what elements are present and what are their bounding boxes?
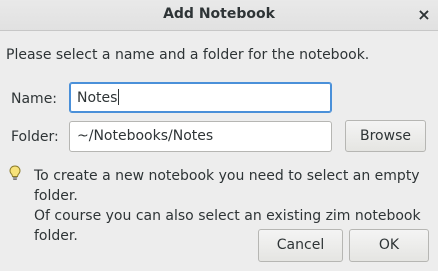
name-input-value: Notes	[77, 90, 118, 106]
close-icon: ×	[417, 5, 431, 24]
browse-button[interactable]: Browse	[345, 120, 426, 152]
ok-button-label: OK	[378, 237, 400, 253]
add-notebook-dialog: Add Notebook × Please select a name and …	[0, 0, 438, 271]
hint-line-1: To create a new notebook you need to sel…	[34, 168, 420, 204]
folder-label: Folder:	[11, 129, 59, 145]
close-button[interactable]: ×	[412, 3, 436, 27]
lightbulb-icon	[9, 165, 21, 180]
ok-button[interactable]: OK	[349, 229, 429, 262]
dialog-title: Add Notebook	[163, 6, 275, 22]
cancel-button-label: Cancel	[276, 237, 325, 253]
folder-input-value: ~/Notebooks/Notes	[77, 128, 214, 144]
text-cursor	[118, 89, 120, 105]
folder-input[interactable]: ~/Notebooks/Notes	[69, 121, 332, 152]
name-label: Name:	[11, 91, 58, 107]
intro-text: Please select a name and a folder for th…	[6, 47, 370, 63]
cancel-button[interactable]: Cancel	[258, 229, 343, 262]
browse-button-label: Browse	[360, 128, 411, 144]
name-input[interactable]: Notes	[69, 82, 332, 113]
title-bar[interactable]: Add Notebook ×	[0, 0, 438, 31]
